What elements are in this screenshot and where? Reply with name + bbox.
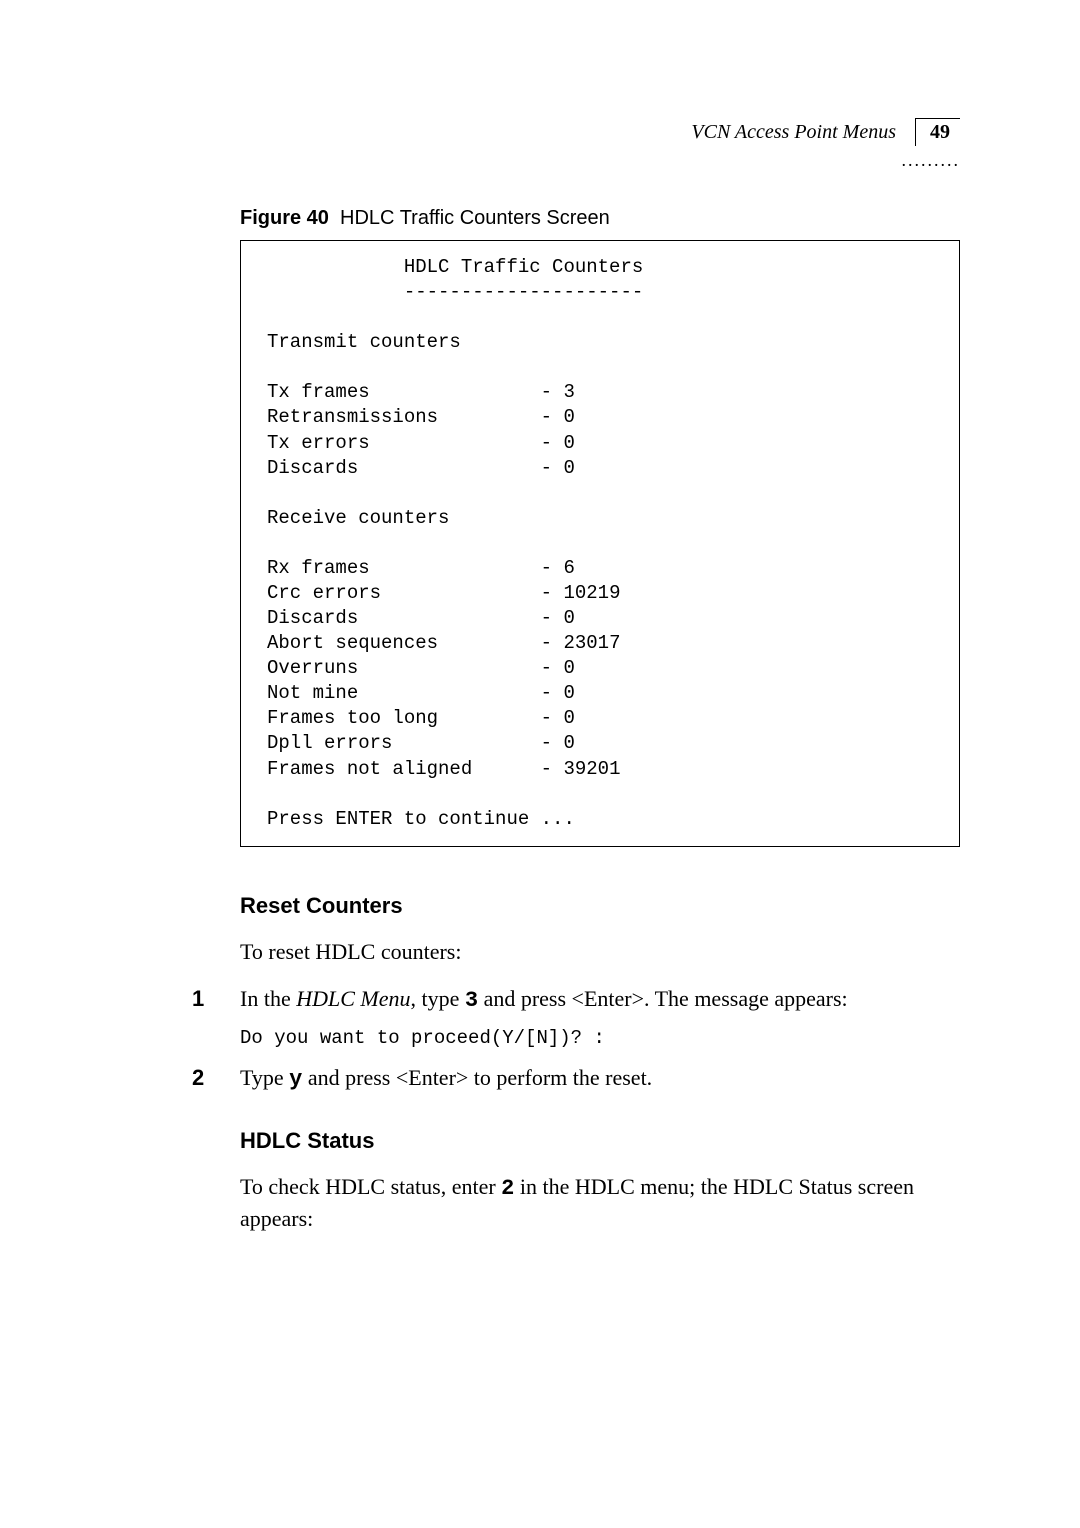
header-dots: ......... — [240, 150, 960, 171]
code-line: Not mine - 0 — [267, 682, 575, 704]
reset-intro: To reset HDLC counters: — [240, 937, 960, 967]
code-line: Transmit counters — [267, 331, 461, 353]
code-line: Discards - 0 — [267, 607, 575, 629]
code-line: --------------------- — [267, 281, 643, 303]
figure-caption-text: HDLC Traffic Counters Screen — [340, 207, 610, 229]
section-title: VCN Access Point Menus — [691, 121, 896, 143]
code-line: Frames not aligned - 39201 — [267, 758, 620, 780]
code-line: Tx frames - 3 — [267, 381, 575, 403]
key-press: 3 — [465, 988, 478, 1013]
step-1: 1In the HDLC Menu, type 3 and press <Ent… — [240, 984, 960, 1017]
code-line: Receive counters — [267, 507, 449, 529]
code-line: Dpll errors - 0 — [267, 732, 575, 754]
code-line: HDLC Traffic Counters — [267, 256, 643, 278]
page-number: 49 — [915, 118, 960, 146]
key-press: y — [289, 1067, 302, 1092]
prompt-code: Do you want to proceed(Y/[N])? : — [240, 1027, 960, 1049]
menu-name: HDLC Menu — [296, 986, 410, 1011]
hdlc-status-body: To check HDLC status, enter 2 in the HDL… — [240, 1172, 960, 1233]
code-line: Frames too long - 0 — [267, 707, 575, 729]
key-press: 2 — [501, 1176, 514, 1201]
code-line: Tx errors - 0 — [267, 432, 575, 454]
code-line: Rx frames - 6 — [267, 557, 575, 579]
hdlc-status-heading: HDLC Status — [240, 1128, 960, 1154]
code-line: Overruns - 0 — [267, 657, 575, 679]
step-number: 1 — [192, 984, 218, 1015]
code-line: Discards - 0 — [267, 457, 575, 479]
code-line: Abort sequences - 23017 — [267, 632, 620, 654]
running-header: VCN Access Point Menus 49 — [240, 118, 960, 146]
step-2: 2Type y and press <Enter> to perform the… — [240, 1063, 960, 1096]
code-line: Retransmissions - 0 — [267, 406, 575, 428]
reset-counters-heading: Reset Counters — [240, 893, 960, 919]
hdlc-counters-codebox: HDLC Traffic Counters ------------------… — [240, 240, 960, 847]
figure-label: Figure 40 — [240, 207, 329, 229]
code-line: Crc errors - 10219 — [267, 582, 620, 604]
figure-caption: Figure 40 HDLC Traffic Counters Screen — [240, 207, 960, 230]
code-line: Press ENTER to continue ... — [267, 808, 575, 830]
step-number: 2 — [192, 1063, 218, 1094]
